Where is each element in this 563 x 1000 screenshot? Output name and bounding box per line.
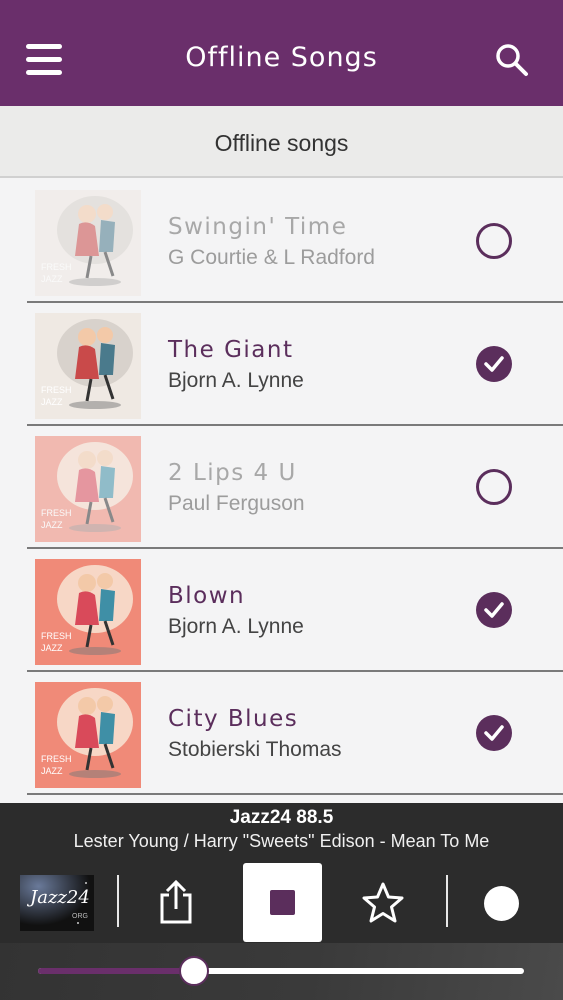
logo-org: ORG xyxy=(72,913,88,920)
cover-label: JAZZ xyxy=(41,643,63,653)
song-artist: Stobierski Thomas xyxy=(168,738,342,761)
album-cover: FRESH JAZZ xyxy=(35,313,141,419)
divider xyxy=(117,875,119,927)
song-row[interactable]: FRESH JAZZ The Giant Bjorn A. Lynne xyxy=(27,303,563,426)
song-row[interactable]: FRESH JAZZ 2 Lips 4 U Paul Ferguson xyxy=(27,426,563,549)
song-title: The Giant xyxy=(168,337,294,363)
top-app-bar: Offline Songs xyxy=(0,0,563,106)
logo-text: Jazz24 xyxy=(30,887,90,908)
share-icon[interactable] xyxy=(157,879,195,925)
progress-fill xyxy=(38,968,194,974)
song-row[interactable]: FRESH JAZZ City Blues Stobierski Thomas xyxy=(27,672,563,795)
song-title: Blown xyxy=(168,583,246,609)
song-title: Swingin' Time xyxy=(168,214,348,240)
checked-circle-icon[interactable] xyxy=(476,592,512,628)
cover-label: JAZZ xyxy=(41,397,63,407)
divider xyxy=(446,875,448,927)
station-logo[interactable]: Jazz24 ORG xyxy=(20,875,94,931)
album-cover: FRESH JAZZ xyxy=(35,682,141,788)
album-cover: FRESH JAZZ xyxy=(35,559,141,665)
album-cover: FRESH JAZZ xyxy=(35,190,141,296)
song-row[interactable]: FRESH JAZZ Blown Bjorn A. Lynne xyxy=(27,549,563,672)
now-playing-track: Lester Young / Harry "Sweets" Edison - M… xyxy=(73,831,490,851)
song-artist: Bjorn A. Lynne xyxy=(168,615,304,638)
station-name: Jazz24 88.5 xyxy=(229,807,334,828)
cover-label: FRESH xyxy=(41,385,72,395)
progress-area xyxy=(0,943,563,1000)
progress-thumb[interactable] xyxy=(178,956,209,986)
song-title: 2 Lips 4 U xyxy=(168,460,297,486)
stop-icon xyxy=(270,890,295,915)
unchecked-circle-icon[interactable] xyxy=(476,223,512,259)
mini-player: Jazz24 88.5 Lester Young / Harry "Sweets… xyxy=(0,803,563,1000)
song-list: FRESH JAZZ Swingin' Time G Courtie & L R… xyxy=(0,180,563,795)
progress-slider[interactable] xyxy=(38,956,524,986)
cover-label: FRESH xyxy=(41,754,72,764)
song-title: City Blues xyxy=(168,706,299,732)
section-title: Offline songs xyxy=(214,130,349,156)
cover-label: JAZZ xyxy=(41,274,63,284)
favorite-star-icon[interactable] xyxy=(361,881,405,925)
app: Offline Songs Offline songs FRESH JAZZ S… xyxy=(0,0,563,1000)
checked-circle-icon[interactable] xyxy=(476,346,512,382)
record-circle-icon[interactable] xyxy=(484,886,519,921)
song-row[interactable]: FRESH JAZZ Swingin' Time G Courtie & L R… xyxy=(27,180,563,303)
cover-label: JAZZ xyxy=(41,520,63,530)
checked-circle-icon[interactable] xyxy=(476,715,512,751)
stop-button[interactable] xyxy=(243,863,322,942)
search-icon[interactable] xyxy=(494,42,530,78)
song-artist: Paul Ferguson xyxy=(168,492,305,515)
section-header: Offline songs xyxy=(0,106,563,178)
cover-label: FRESH xyxy=(41,508,72,518)
song-artist: G Courtie & L Radford xyxy=(168,246,375,269)
album-cover: FRESH JAZZ xyxy=(35,436,141,542)
page-title: Offline Songs xyxy=(185,42,378,73)
cover-label: FRESH xyxy=(41,631,72,641)
cover-label: FRESH xyxy=(41,262,72,272)
song-artist: Bjorn A. Lynne xyxy=(168,369,304,392)
cover-label: JAZZ xyxy=(41,766,63,776)
unchecked-circle-icon[interactable] xyxy=(476,469,512,505)
